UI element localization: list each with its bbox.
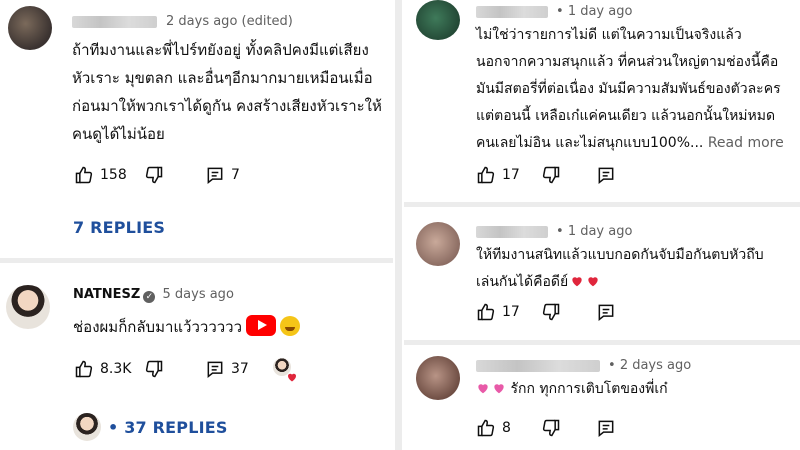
comment-time: 1 day ago (567, 224, 633, 239)
reply-button[interactable]: 37 (205, 359, 249, 379)
comment-icon (205, 359, 225, 379)
comment-icon (205, 165, 225, 185)
comment-time: 2 days ago (edited) (166, 14, 293, 29)
red-heart-emoji-icon (570, 274, 584, 288)
like-button[interactable]: 8.3K (74, 359, 131, 379)
read-more-link[interactable]: Read more (708, 135, 784, 151)
comment-line: ไม่ใช่ว่ารายการไม่ดี แต่ในความเป็นจริงแล… (476, 27, 742, 43)
comment-line: คนเลยไม่อิน และไม่สนุกแบบ100%... (476, 135, 704, 151)
dislike-button[interactable] (541, 302, 561, 322)
reply-count: 37 (231, 361, 249, 377)
comment-meta: • 2 days ago (608, 358, 691, 373)
comment-line: นอกจากความสนุกแล้ว ที่คนส่วนใหญ่ตามช่องน… (476, 54, 779, 70)
sparkling-heart-emoji-icon (492, 381, 506, 395)
channel-name[interactable]: NATNESZ (73, 287, 140, 302)
section-divider (404, 340, 800, 345)
replies-avatar (73, 413, 101, 441)
red-heart-emoji-icon (586, 274, 600, 288)
comment-time: 1 day ago (567, 4, 633, 19)
verified-check-icon: ✓ (143, 291, 156, 303)
comment-meta: 2 days ago (edited) (166, 14, 293, 29)
comment-line: ก่อนมาให้พวกเราได้ดูกัน คงสร้างเสียงหัวเ… (72, 97, 382, 115)
panel-divider (395, 0, 402, 450)
like-button[interactable]: 17 (476, 165, 520, 185)
comment-line: หัวเราะ มุขตลก และอื่นๆอีกมากมายเหมือนเม… (72, 69, 373, 87)
dislike-button[interactable] (541, 165, 561, 185)
comment-meta: • 1 day ago (556, 4, 632, 19)
commenter-avatar[interactable] (416, 0, 460, 40)
separator-dot: • (608, 358, 620, 373)
blurred-username[interactable] (476, 360, 600, 372)
section-divider (404, 202, 800, 207)
like-count: 17 (502, 167, 520, 183)
comment-line: รักก ทุกการเติบโตของพี่เก๋ (510, 381, 668, 397)
separator-dot: • (556, 224, 568, 239)
blurred-username[interactable] (476, 6, 548, 18)
reply-count: 7 (231, 167, 240, 183)
thumbs-up-icon (74, 359, 94, 379)
comment-icon (596, 165, 616, 185)
like-count: 17 (502, 304, 520, 320)
comment-text: รักก ทุกการเติบโตของพี่เก๋ (476, 376, 800, 403)
youtube-logo-emoji (246, 315, 277, 336)
reply-button[interactable] (596, 165, 616, 185)
comment-line: คนดูได้ไม่น้อย (72, 125, 165, 143)
comment-line: ให้ทีมงานสนิทแล้วแบบกอดกันจับมือกันตบหัว… (476, 247, 764, 263)
dislike-button[interactable] (541, 418, 561, 438)
left-comments-panel: 2 days ago (edited) ถ้าทีมงานและพี่ไปร์ท… (0, 0, 393, 450)
thumbs-up-icon (476, 418, 496, 438)
comment-line: เล่นกันได้คือดีย์ (476, 274, 569, 290)
section-divider (0, 258, 393, 263)
comment-time: 5 days ago (162, 287, 234, 302)
like-count: 158 (100, 167, 127, 183)
comment-text: ถ้าทีมงานและพี่ไปร์ทยังอยู่ ทั้งคลิปคงมี… (72, 36, 392, 148)
dislike-button[interactable] (144, 165, 164, 185)
comment-line: แต่ตอนนี้ เหลือเก๋แค่คนเดียว แล้วนอกนั้น… (476, 108, 776, 124)
thumbs-down-icon (541, 418, 561, 438)
like-count: 8 (502, 420, 511, 436)
comment-time: 2 days ago (619, 358, 692, 373)
thumbs-down-icon (541, 165, 561, 185)
commenter-avatar[interactable] (416, 222, 460, 266)
comment-icon (596, 302, 616, 322)
blurred-username[interactable] (476, 226, 548, 238)
heart-icon (286, 368, 298, 382)
comment-line: ถ้าทีมงานและพี่ไปร์ทยังอยู่ ทั้งคลิปคงมี… (72, 41, 369, 59)
comment-line: มันมีสตอรี่ที่ต่อเนื่อง มันมีความสัมพันธ… (476, 81, 781, 97)
reply-button[interactable] (596, 418, 616, 438)
like-count: 8.3K (100, 361, 132, 377)
thumbs-down-icon (144, 359, 164, 379)
reply-button[interactable]: 7 (205, 165, 240, 185)
comment-text: ช่องผมก็กลับมาแว้วววววว (73, 313, 393, 341)
dislike-button[interactable] (144, 359, 164, 379)
comment-meta: • 1 day ago (556, 224, 632, 239)
reply-button[interactable] (596, 302, 616, 322)
thumbs-down-icon (541, 302, 561, 322)
right-comments-panel: • 1 day ago ไม่ใช่ว่ารายการไม่ดี แต่ในคว… (404, 0, 800, 450)
rofl-emoji-icon (280, 316, 301, 336)
sparkling-heart-emoji-icon (476, 381, 490, 395)
thumbs-down-icon (144, 165, 164, 185)
view-replies-link[interactable]: • 37 REPLIES (108, 418, 228, 437)
comment-text: ไม่ใช่ว่ารายการไม่ดี แต่ในความเป็นจริงแล… (476, 22, 800, 157)
thumbs-up-icon (74, 165, 94, 185)
thumbs-up-icon (476, 165, 496, 185)
replies-label: 37 REPLIES (124, 418, 228, 437)
blurred-username[interactable] (72, 16, 157, 28)
view-replies-link[interactable]: 7 REPLIES (73, 218, 165, 237)
replies-separator: • (108, 418, 125, 437)
separator-dot: • (556, 4, 568, 19)
comment-text: ให้ทีมงานสนิทแล้วแบบกอดกันจับมือกันตบหัว… (476, 242, 800, 296)
comment-line: ช่องผมก็กลับมาแว้วววววว (73, 318, 243, 336)
comment-icon (596, 418, 616, 438)
like-button[interactable]: 8 (476, 418, 511, 438)
commenter-avatar[interactable] (416, 356, 460, 400)
like-button[interactable]: 158 (74, 165, 127, 185)
like-button[interactable]: 17 (476, 302, 520, 322)
commenter-avatar[interactable] (8, 6, 52, 50)
thumbs-up-icon (476, 302, 496, 322)
comment-meta: NATNESZ ✓ 5 days ago (73, 287, 234, 303)
channel-avatar[interactable] (6, 285, 50, 329)
